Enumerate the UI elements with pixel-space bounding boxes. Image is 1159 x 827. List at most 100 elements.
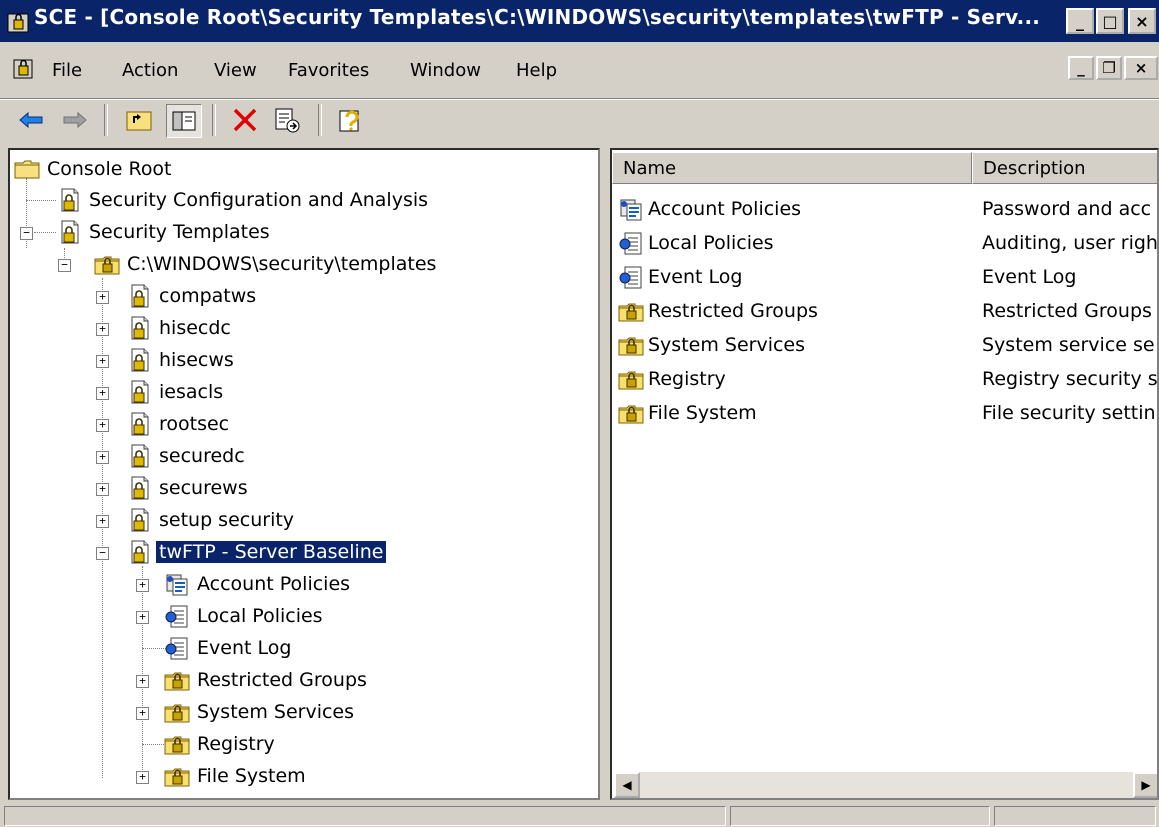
menu-help[interactable]: Help: [516, 60, 557, 81]
column-header-name[interactable]: Name: [612, 152, 972, 184]
export-list-button[interactable]: [270, 104, 304, 136]
tree-template-securedc[interactable]: securedc: [126, 441, 248, 471]
mdi-minimize-button[interactable]: _: [1068, 56, 1094, 80]
sce-app-icon: [7, 13, 29, 33]
lock-folder-icon: [164, 699, 190, 725]
show-hide-tree-button[interactable]: [166, 104, 202, 138]
list-item-description: File security settin: [982, 402, 1156, 424]
tree-label: Security Templates: [89, 221, 270, 243]
delete-x-icon: [233, 108, 257, 132]
menu-window[interactable]: Window: [410, 60, 481, 81]
lock-folder-icon: [164, 763, 190, 789]
expand-toggle[interactable]: +: [96, 515, 109, 528]
list-item-description: Auditing, user righ: [982, 232, 1158, 254]
up-one-level-button[interactable]: [122, 104, 156, 136]
mdi-close-button[interactable]: ×: [1124, 56, 1158, 80]
tree-child-account-policies[interactable]: Account Policies: [164, 569, 353, 599]
tree-template-securews[interactable]: securews: [126, 473, 251, 503]
console-icon[interactable]: [12, 54, 38, 82]
tree-template-twftp-selected[interactable]: twFTP - Server Baseline: [126, 537, 388, 567]
expand-toggle[interactable]: +: [96, 323, 109, 336]
expand-toggle[interactable]: +: [96, 419, 109, 432]
tree-label: Local Policies: [197, 605, 323, 627]
status-bar: [0, 804, 1159, 827]
list-row-local-policies[interactable]: Local Policies: [618, 227, 774, 259]
toolbar-divider-highlight: [0, 99, 1159, 100]
list-row-registry[interactable]: Registry: [618, 363, 726, 395]
list-row-system-services[interactable]: System Services: [618, 329, 805, 361]
details-list-pane[interactable]: Name Description Account Policies Passwo…: [610, 148, 1159, 800]
tree-child-registry[interactable]: Registry: [164, 729, 278, 759]
back-arrow-icon: [19, 111, 43, 129]
expand-toggle[interactable]: +: [136, 771, 149, 784]
collapse-toggle[interactable]: −: [96, 547, 109, 560]
collapse-toggle[interactable]: −: [20, 227, 33, 240]
menu-action[interactable]: Action: [122, 60, 178, 81]
console-tree-pane[interactable]: Console Root Security Configuration and …: [8, 148, 600, 800]
tree-console-root[interactable]: Console Root: [14, 154, 175, 184]
expand-toggle[interactable]: +: [96, 451, 109, 464]
scroll-left-button[interactable]: ◀: [614, 772, 640, 798]
tree-label: System Services: [197, 701, 355, 723]
list-row-account-policies[interactable]: Account Policies: [618, 193, 801, 225]
maximize-button[interactable]: □: [1096, 8, 1124, 34]
tree-template-hisecdc[interactable]: hisecdc: [126, 313, 234, 343]
back-button[interactable]: [14, 104, 48, 136]
forward-button[interactable]: [58, 104, 92, 136]
lock-folder-icon: [618, 400, 644, 426]
close-button[interactable]: ×: [1128, 8, 1156, 34]
expand-toggle[interactable]: +: [136, 675, 149, 688]
expand-toggle[interactable]: +: [136, 611, 149, 624]
expand-toggle[interactable]: +: [96, 483, 109, 496]
list-row-file-system[interactable]: File System: [618, 397, 757, 429]
left-arrow-icon: ◀: [622, 778, 632, 792]
menu-favorites[interactable]: Favorites: [288, 60, 369, 81]
expand-toggle[interactable]: +: [136, 579, 149, 592]
tree-template-iesacls[interactable]: iesacls: [126, 377, 226, 407]
tree-child-event-log[interactable]: Event Log: [164, 633, 294, 663]
tree-template-setup-security[interactable]: setup security: [126, 505, 297, 535]
tree-label: C:\WINDOWS\security\templates: [127, 253, 437, 275]
tree-child-local-policies[interactable]: Local Policies: [164, 601, 326, 631]
lock-folder-icon: [618, 298, 644, 324]
tree-label: Restricted Groups: [197, 669, 367, 691]
tree-security-templates[interactable]: Security Templates: [56, 217, 273, 247]
tree-template-hisecws[interactable]: hisecws: [126, 345, 237, 375]
list-item-name: File System: [648, 402, 757, 424]
tree-child-restricted-groups[interactable]: Restricted Groups: [164, 665, 370, 695]
lock-document-icon: [126, 283, 152, 309]
scroll-right-button[interactable]: ▶: [1133, 772, 1157, 798]
tree-security-configuration-analysis[interactable]: Security Configuration and Analysis: [56, 185, 431, 215]
tree-templates-path[interactable]: C:\WINDOWS\security\templates: [94, 249, 439, 279]
help-question-icon: [339, 110, 359, 132]
expand-toggle[interactable]: +: [136, 707, 149, 720]
lock-folder-icon: [56, 219, 82, 245]
tree-label: compatws: [159, 285, 257, 307]
horizontal-scrollbar[interactable]: ◀ ▶: [614, 772, 1157, 798]
title-bar[interactable]: SCE - [Console Root\Security Templates\C…: [0, 0, 1159, 42]
collapse-toggle[interactable]: −: [58, 259, 71, 272]
tree-template-compatws[interactable]: compatws: [126, 281, 259, 311]
tree-template-rootsec[interactable]: rootsec: [126, 409, 232, 439]
expand-toggle[interactable]: +: [96, 355, 109, 368]
column-header-description[interactable]: Description: [972, 152, 1157, 184]
mdi-restore-button[interactable]: ❐: [1096, 56, 1122, 80]
expand-toggle[interactable]: +: [96, 387, 109, 400]
tree-label: securedc: [159, 445, 245, 467]
tree-label: Security Configuration and Analysis: [89, 189, 429, 211]
toolbar-separator: [212, 104, 216, 136]
menu-file[interactable]: File: [52, 60, 82, 81]
tree-child-file-system[interactable]: File System: [164, 761, 309, 791]
delete-button[interactable]: [228, 104, 262, 136]
lock-folder-icon: [164, 731, 190, 757]
list-item-name: Restricted Groups: [648, 300, 818, 322]
list-row-event-log[interactable]: Event Log: [618, 261, 742, 293]
menu-view[interactable]: View: [214, 60, 257, 81]
list-row-restricted-groups[interactable]: Restricted Groups: [618, 295, 818, 327]
minimize-button[interactable]: _: [1066, 8, 1094, 34]
list-item-description: Restricted Groups: [982, 300, 1152, 322]
tree-child-system-services[interactable]: System Services: [164, 697, 357, 727]
expand-toggle[interactable]: +: [96, 291, 109, 304]
forward-arrow-icon: [63, 111, 87, 129]
help-button[interactable]: [334, 104, 368, 136]
